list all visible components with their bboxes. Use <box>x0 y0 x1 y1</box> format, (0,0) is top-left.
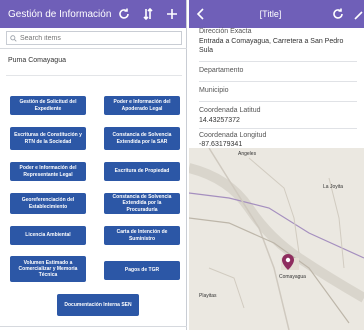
search-input[interactable] <box>20 34 170 42</box>
edit-icon[interactable] <box>352 4 364 24</box>
map-label-angeles: Angeles <box>238 151 257 157</box>
gallery-title: Gestión de Información <box>8 8 112 20</box>
gallery-screen: Gestión de Información Puma Comayagua Ge… <box>0 0 187 330</box>
map-label-comayagua: Comayagua <box>279 274 306 280</box>
field-label-direccion: Dirección Exacta <box>199 28 252 35</box>
back-icon[interactable] <box>193 4 209 24</box>
detail-header: [Title] <box>189 0 364 28</box>
field-value-latitud: 14.43257372 <box>199 117 240 124</box>
sort-icon[interactable] <box>138 4 158 24</box>
btn-escrituras-constitucion[interactable]: Escrituras de Constitución y RTN de la S… <box>10 127 86 150</box>
field-label-municipio: Municipio <box>199 87 229 94</box>
search-icon <box>10 34 17 42</box>
divider <box>199 101 357 102</box>
field-label-latitud: Coordenada Latitud <box>199 107 261 114</box>
refresh-icon[interactable] <box>114 4 134 24</box>
map-label-la-joyita: La Joyita <box>323 184 344 190</box>
btn-licencia-ambiental[interactable]: Licencia Ambiental <box>10 226 86 245</box>
divider <box>199 61 357 62</box>
btn-poder-representante[interactable]: Poder e Información del Representante Le… <box>10 162 86 181</box>
gallery-header: Gestión de Información <box>0 0 186 28</box>
search-box[interactable] <box>6 31 182 45</box>
btn-solvencia-sar[interactable]: Constancia de Solvencia Extendida por la… <box>104 127 180 150</box>
divider <box>6 75 182 76</box>
btn-poder-apoderado[interactable]: Poder e Información del Apoderado Legal <box>104 96 180 115</box>
divider <box>199 128 357 129</box>
btn-carta-intencion[interactable]: Carta de Intención de Suministro <box>104 226 180 245</box>
btn-volumen-estimado[interactable]: Volumen Estimado a Comercializar y Memor… <box>10 256 86 282</box>
map-graphic <box>189 148 364 330</box>
map-view[interactable]: Angeles La Joyita Comayagua Playitas <box>189 148 364 330</box>
btn-gestion-solicitud[interactable]: Gestión de Solicitud del Expediente <box>10 96 86 115</box>
detail-title: [Title] <box>259 9 282 19</box>
divider <box>0 326 187 327</box>
btn-documentacion-interna[interactable]: Documentación Interna SEN <box>57 294 139 316</box>
map-label-playitas: Playitas <box>199 293 217 299</box>
refresh-icon[interactable] <box>328 4 348 24</box>
detail-screen: [Title] Dirección Exacta Entrada a Comay… <box>189 0 364 330</box>
btn-escritura-propiedad[interactable]: Escritura de Propiedad <box>104 162 180 181</box>
divider <box>199 81 357 82</box>
btn-georeferenciacion[interactable]: Georeferenciación del Establecimiento <box>10 193 86 214</box>
field-value-direccion: Entrada a Comayagua, Carretera a San Ped… <box>199 38 344 54</box>
field-label-longitud: Coordenada Longitud <box>199 132 267 139</box>
divider <box>0 48 187 49</box>
btn-solvencia-procuraduria[interactable]: Constancia de Solvencia Extendida por la… <box>104 193 180 214</box>
field-label-departamento: Departamento <box>199 67 244 74</box>
add-icon[interactable] <box>162 4 182 24</box>
location-pin-icon[interactable] <box>282 254 294 270</box>
list-item[interactable]: Puma Comayagua <box>8 57 66 64</box>
btn-pagos-tgr[interactable]: Pagos de TGR <box>104 261 180 280</box>
